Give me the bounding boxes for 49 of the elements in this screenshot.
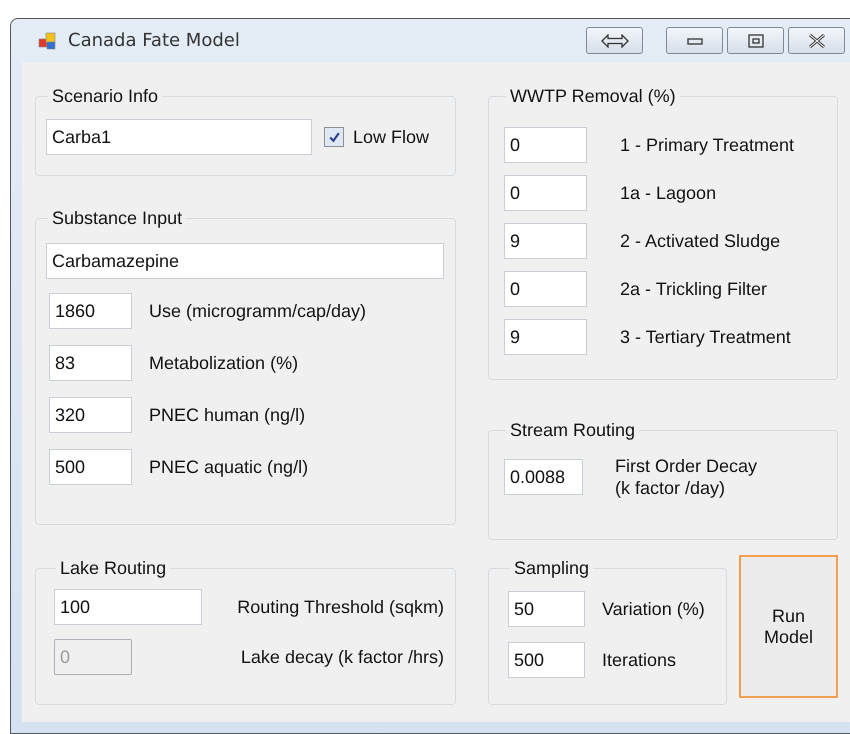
restore-button[interactable]	[727, 27, 784, 54]
field-label: 3 - Tertiary Treatment	[620, 326, 791, 348]
input-field[interactable]: 0	[504, 175, 587, 211]
group-title: Sampling	[513, 558, 590, 579]
input-field[interactable]: 320	[49, 397, 132, 433]
field-label: Lake decay (k factor /hrs)	[240, 646, 444, 668]
group-title: Substance Input	[51, 208, 184, 229]
run-model-button[interactable]: Run Model	[739, 555, 838, 698]
minimize-button[interactable]	[666, 27, 723, 54]
field-label: Metabolization (%)	[149, 352, 298, 374]
input-field[interactable]: 500	[49, 449, 132, 485]
close-button[interactable]	[788, 27, 845, 54]
swap-button[interactable]	[586, 27, 643, 54]
input-field[interactable]: Carbamazepine	[46, 243, 444, 279]
input-field[interactable]: 500	[508, 642, 585, 678]
field-label: Routing Threshold (sqkm)	[236, 596, 444, 618]
group-title: Scenario Info	[51, 86, 160, 107]
field-label: Iterations	[602, 650, 676, 670]
field-label: PNEC human (ng/l)	[149, 404, 306, 426]
field-label: First Order Decay (k factor /day)	[615, 455, 758, 499]
checkbox-label: Low Flow	[353, 126, 430, 148]
restore-icon	[748, 34, 764, 48]
group-title: WWTP Removal (%)	[509, 86, 677, 107]
input-field[interactable]: 0	[504, 271, 587, 307]
input-field[interactable]: 0.0088	[504, 459, 583, 495]
field-label: 2a - Trickling Filter	[620, 278, 768, 300]
input-field[interactable]: Carba1	[46, 119, 312, 155]
input-field[interactable]: 50	[508, 591, 585, 627]
input-field[interactable]: 83	[49, 345, 132, 381]
checkbox[interactable]	[324, 127, 344, 147]
window-title: Canada Fate Model	[68, 30, 240, 51]
input-field[interactable]: 100	[54, 589, 202, 625]
field-label: 1a - Lagoon	[620, 182, 716, 204]
field-label: 2 - Activated Sludge	[620, 230, 780, 252]
field-label: Variation (%)	[602, 598, 705, 620]
minimize-icon	[686, 36, 702, 44]
field-label: 1 - Primary Treatment	[620, 134, 794, 156]
group-title: Stream Routing	[509, 420, 636, 441]
input-field[interactable]: 0	[504, 127, 587, 163]
check-icon	[328, 130, 340, 144]
input-field[interactable]: 9	[504, 223, 587, 259]
field-label: PNEC aquatic (ng/l)	[149, 456, 308, 478]
group-title: Lake Routing	[59, 558, 168, 579]
input-field[interactable]: 9	[504, 319, 587, 355]
input-field[interactable]: 1860	[49, 293, 132, 329]
double-arrow-icon	[600, 34, 628, 48]
field-label: Use (microgramm/cap/day)	[149, 300, 366, 322]
app-icon	[38, 30, 58, 50]
close-icon	[808, 34, 826, 48]
